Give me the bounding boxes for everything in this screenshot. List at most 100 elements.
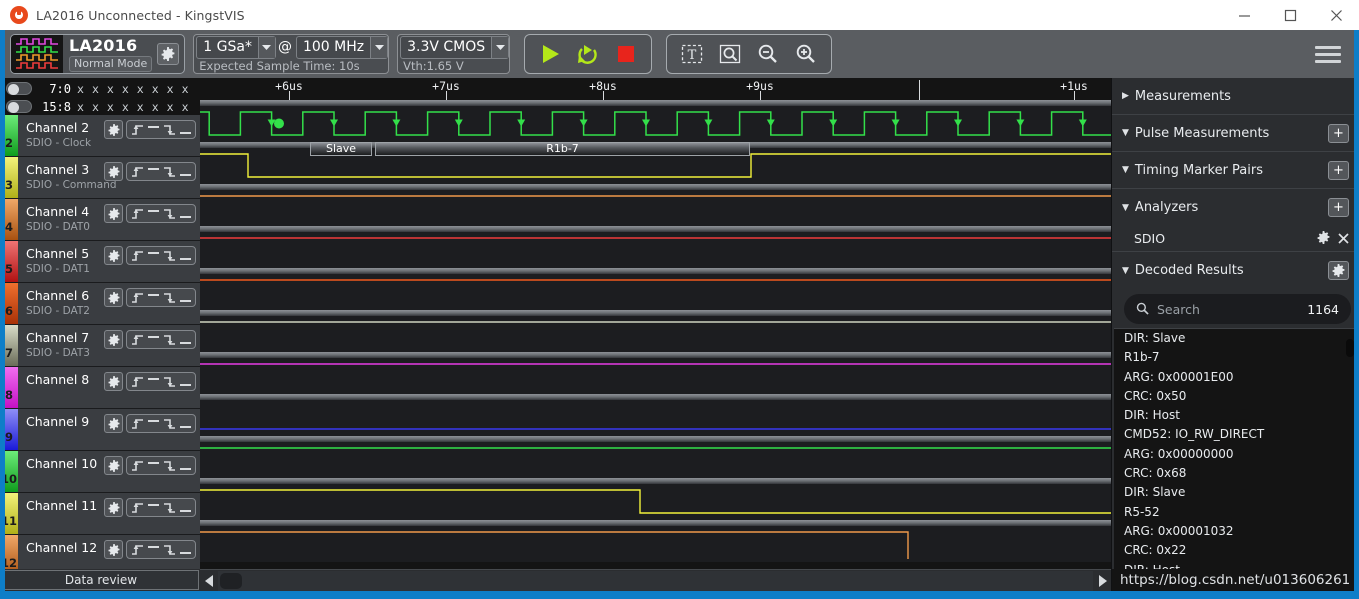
low-level-button[interactable] — [177, 541, 193, 558]
section-pulse-measurements[interactable]: ▼ Pulse Measurements + — [1112, 115, 1359, 152]
waveform-row[interactable] — [200, 268, 1111, 310]
results-scrollbar-thumb[interactable] — [1346, 339, 1354, 357]
add-analyzer-button[interactable]: + — [1328, 198, 1349, 217]
rising-edge-button[interactable] — [129, 541, 145, 558]
scroll-left-arrow-icon[interactable] — [200, 571, 218, 591]
channel-settings-gear-icon[interactable] — [104, 498, 123, 517]
decoded-result-row[interactable]: DIR: Slave — [1114, 483, 1357, 502]
decode-bar[interactable]: R1b-7 — [375, 142, 750, 156]
waveform-row[interactable] — [200, 478, 1111, 520]
falling-edge-button[interactable] — [161, 541, 177, 558]
frequency-select[interactable]: 100 MHz — [295, 35, 389, 59]
maximize-button[interactable] — [1267, 0, 1313, 30]
channel-group-switch[interactable] — [6, 82, 32, 95]
scroll-right-arrow-icon[interactable] — [1093, 571, 1111, 591]
sample-rate-select[interactable]: 1 GSa* — [196, 35, 276, 59]
section-decoded-results[interactable]: ▼ Decoded Results — [1112, 252, 1359, 289]
rising-edge-button[interactable] — [129, 331, 145, 348]
scroll-track[interactable] — [218, 570, 1093, 591]
high-level-button[interactable] — [145, 457, 161, 474]
channel-settings-gear-icon[interactable] — [104, 204, 123, 223]
waveform-row[interactable] — [200, 310, 1111, 352]
decoded-result-row[interactable]: DIR: Host — [1114, 406, 1357, 425]
rising-edge-button[interactable] — [129, 415, 145, 432]
channel-settings-gear-icon[interactable] — [104, 246, 123, 265]
add-pulse-measurement-button[interactable]: + — [1328, 123, 1349, 143]
section-analyzers[interactable]: ▼ Analyzers + — [1112, 189, 1359, 226]
waveform-row[interactable] — [200, 520, 1111, 562]
waveform-row[interactable] — [200, 184, 1111, 226]
waveform-pane[interactable]: +6us+7us+8us+9us480us+1us SlaveR1b-7 — [200, 78, 1111, 591]
text-marker-button[interactable]: T — [673, 37, 711, 71]
decoded-result-row[interactable]: ARG: 0x00001032 — [1114, 522, 1357, 541]
decode-bar[interactable]: Slave — [310, 142, 372, 156]
high-level-button[interactable] — [145, 163, 161, 180]
waveform-row[interactable]: Slave R1b-7 — [200, 142, 1111, 184]
chevron-down-icon[interactable] — [491, 36, 509, 58]
high-level-button[interactable] — [145, 289, 161, 306]
falling-edge-button[interactable] — [161, 289, 177, 306]
voltage-level-select[interactable]: 3.3V CMOS — [400, 35, 510, 59]
decoded-result-row[interactable]: ARG: 0x00001E00 — [1114, 368, 1357, 387]
falling-edge-button[interactable] — [161, 373, 177, 390]
falling-edge-button[interactable] — [161, 205, 177, 222]
zoom-out-button[interactable] — [749, 37, 787, 71]
channel-row[interactable]: 6 Channel 6 SDIO - DAT2 — [0, 283, 200, 325]
channel-row[interactable]: 2 Channel 2 SDIO - Clock — [0, 115, 200, 157]
low-level-button[interactable] — [177, 373, 193, 390]
chevron-down-icon[interactable] — [257, 36, 275, 58]
channel-settings-gear-icon[interactable] — [104, 414, 123, 433]
channel-row[interactable]: 8 Channel 8 — [0, 367, 200, 409]
rising-edge-button[interactable] — [129, 499, 145, 516]
high-level-button[interactable] — [145, 121, 161, 138]
rising-edge-button[interactable] — [129, 205, 145, 222]
channel-row[interactable]: 3 Channel 3 SDIO - Command — [0, 157, 200, 199]
decoded-result-row[interactable]: DIR: Host — [1114, 561, 1357, 569]
caret-expanded-icon[interactable]: ▼ — [1122, 165, 1129, 175]
chevron-down-icon[interactable] — [370, 36, 388, 58]
scroll-thumb[interactable] — [220, 572, 242, 589]
falling-edge-button[interactable] — [161, 163, 177, 180]
waveform-row[interactable] — [200, 100, 1111, 142]
falling-edge-button[interactable] — [161, 331, 177, 348]
caret-expanded-icon[interactable]: ▼ — [1122, 128, 1129, 138]
channel-row[interactable]: 7 Channel 7 SDIO - DAT3 — [0, 325, 200, 367]
section-measurements[interactable]: ▶ Measurements — [1112, 78, 1359, 115]
channel-settings-gear-icon[interactable] — [104, 330, 123, 349]
decoded-result-row[interactable]: R5-52 — [1114, 503, 1357, 522]
channel-settings-gear-icon[interactable] — [104, 540, 123, 559]
channel-row[interactable]: 4 Channel 4 SDIO - DAT0 — [0, 199, 200, 241]
channel-row[interactable]: 11 Channel 11 — [0, 493, 200, 535]
rising-edge-button[interactable] — [129, 121, 145, 138]
low-level-button[interactable] — [177, 205, 193, 222]
device-settings-button[interactable] — [157, 43, 180, 65]
add-timing-marker-button[interactable]: + — [1328, 160, 1349, 180]
run-button[interactable] — [531, 37, 569, 71]
zoom-in-button[interactable] — [787, 37, 825, 71]
falling-edge-button[interactable] — [161, 121, 177, 138]
hamburger-menu-icon[interactable] — [1315, 45, 1341, 63]
high-level-button[interactable] — [145, 541, 161, 558]
low-level-button[interactable] — [177, 331, 193, 348]
high-level-button[interactable] — [145, 499, 161, 516]
caret-expanded-icon[interactable]: ▼ — [1122, 266, 1129, 276]
low-level-button[interactable] — [177, 289, 193, 306]
data-review-label[interactable]: Data review — [3, 570, 199, 590]
analyzer-item-sdio[interactable]: SDIO — [1112, 226, 1359, 252]
decoded-result-row[interactable]: DIR: Slave — [1114, 329, 1357, 348]
falling-edge-button[interactable] — [161, 415, 177, 432]
analyzer-remove-close-icon[interactable] — [1338, 229, 1349, 248]
decoded-results-settings-button[interactable] — [1328, 261, 1349, 280]
rising-edge-button[interactable] — [129, 373, 145, 390]
waveform-row[interactable] — [200, 436, 1111, 478]
channel-settings-gear-icon[interactable] — [104, 288, 123, 307]
loop-run-button[interactable] — [569, 37, 607, 71]
low-level-button[interactable] — [177, 457, 193, 474]
decoded-result-row[interactable]: CRC: 0x50 — [1114, 387, 1357, 406]
channel-settings-gear-icon[interactable] — [104, 456, 123, 475]
analyzer-settings-gear-icon[interactable] — [1317, 229, 1330, 248]
decoded-result-row[interactable]: ARG: 0x00000000 — [1114, 445, 1357, 464]
time-ruler[interactable]: +6us+7us+8us+9us480us+1us — [200, 78, 1111, 100]
section-timing-marker-pairs[interactable]: ▼ Timing Marker Pairs + — [1112, 152, 1359, 189]
rising-edge-button[interactable] — [129, 457, 145, 474]
